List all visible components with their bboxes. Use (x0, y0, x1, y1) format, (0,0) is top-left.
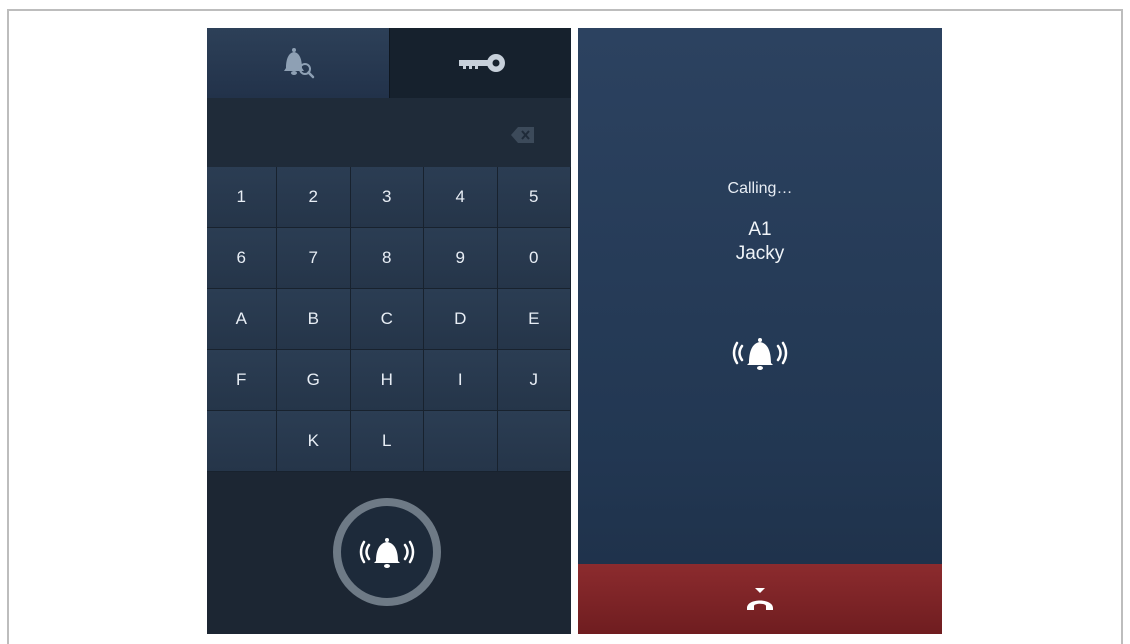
tab-unlock[interactable] (389, 28, 571, 98)
calling-screen: Calling… A1 Jacky (578, 28, 942, 634)
keypad-key-7[interactable]: 7 (277, 228, 351, 289)
keypad-key-3[interactable]: 3 (351, 167, 424, 228)
keypad-key-l[interactable]: L (351, 411, 424, 472)
keypad-key-e[interactable]: E (498, 289, 571, 350)
keypad-screen: 12345 67890 ABCDE FGHIJ KL (207, 28, 571, 634)
keypad-key-6[interactable]: 6 (207, 228, 277, 289)
keypad-key-empty (498, 411, 571, 472)
keypad-key-c[interactable]: C (351, 289, 424, 350)
keypad-key-k[interactable]: K (277, 411, 351, 472)
keypad-key-h[interactable]: H (351, 350, 424, 411)
bell-search-icon (284, 48, 315, 79)
backspace-icon[interactable] (510, 126, 536, 144)
caller-id: A1 (748, 219, 772, 240)
keypad-key-2[interactable]: 2 (277, 167, 351, 228)
keypad-key-a[interactable]: A (207, 289, 277, 350)
keypad-key-b[interactable]: B (277, 289, 351, 350)
keypad-key-j[interactable]: J (498, 350, 571, 411)
keypad-key-4[interactable]: 4 (424, 167, 498, 228)
keypad-key-f[interactable]: F (207, 350, 277, 411)
ringing-bell-icon (359, 538, 415, 568)
keypad-key-i[interactable]: I (424, 350, 498, 411)
keypad-key-0[interactable]: 0 (498, 228, 571, 289)
keypad-key-empty (424, 411, 498, 472)
keypad-key-empty (207, 411, 277, 472)
hang-up-button[interactable] (578, 564, 942, 634)
caller-name: Jacky (735, 243, 785, 264)
call-button[interactable] (333, 498, 441, 606)
keypad-grid: 12345 67890 ABCDE FGHIJ KL (207, 167, 571, 472)
keypad-key-g[interactable]: G (277, 350, 351, 411)
tab-search-resident[interactable] (207, 28, 389, 98)
key-icon (459, 54, 505, 72)
hang-up-icon (747, 588, 773, 610)
keypad-key-8[interactable]: 8 (351, 228, 424, 289)
keypad-key-1[interactable]: 1 (207, 167, 277, 228)
call-area (207, 472, 571, 634)
tab-bar (207, 28, 571, 98)
ringing-bell-icon (732, 338, 788, 370)
call-status: Calling… (727, 180, 793, 197)
keypad-key-d[interactable]: D (424, 289, 498, 350)
keypad-key-5[interactable]: 5 (498, 167, 571, 228)
keypad-key-9[interactable]: 9 (424, 228, 498, 289)
